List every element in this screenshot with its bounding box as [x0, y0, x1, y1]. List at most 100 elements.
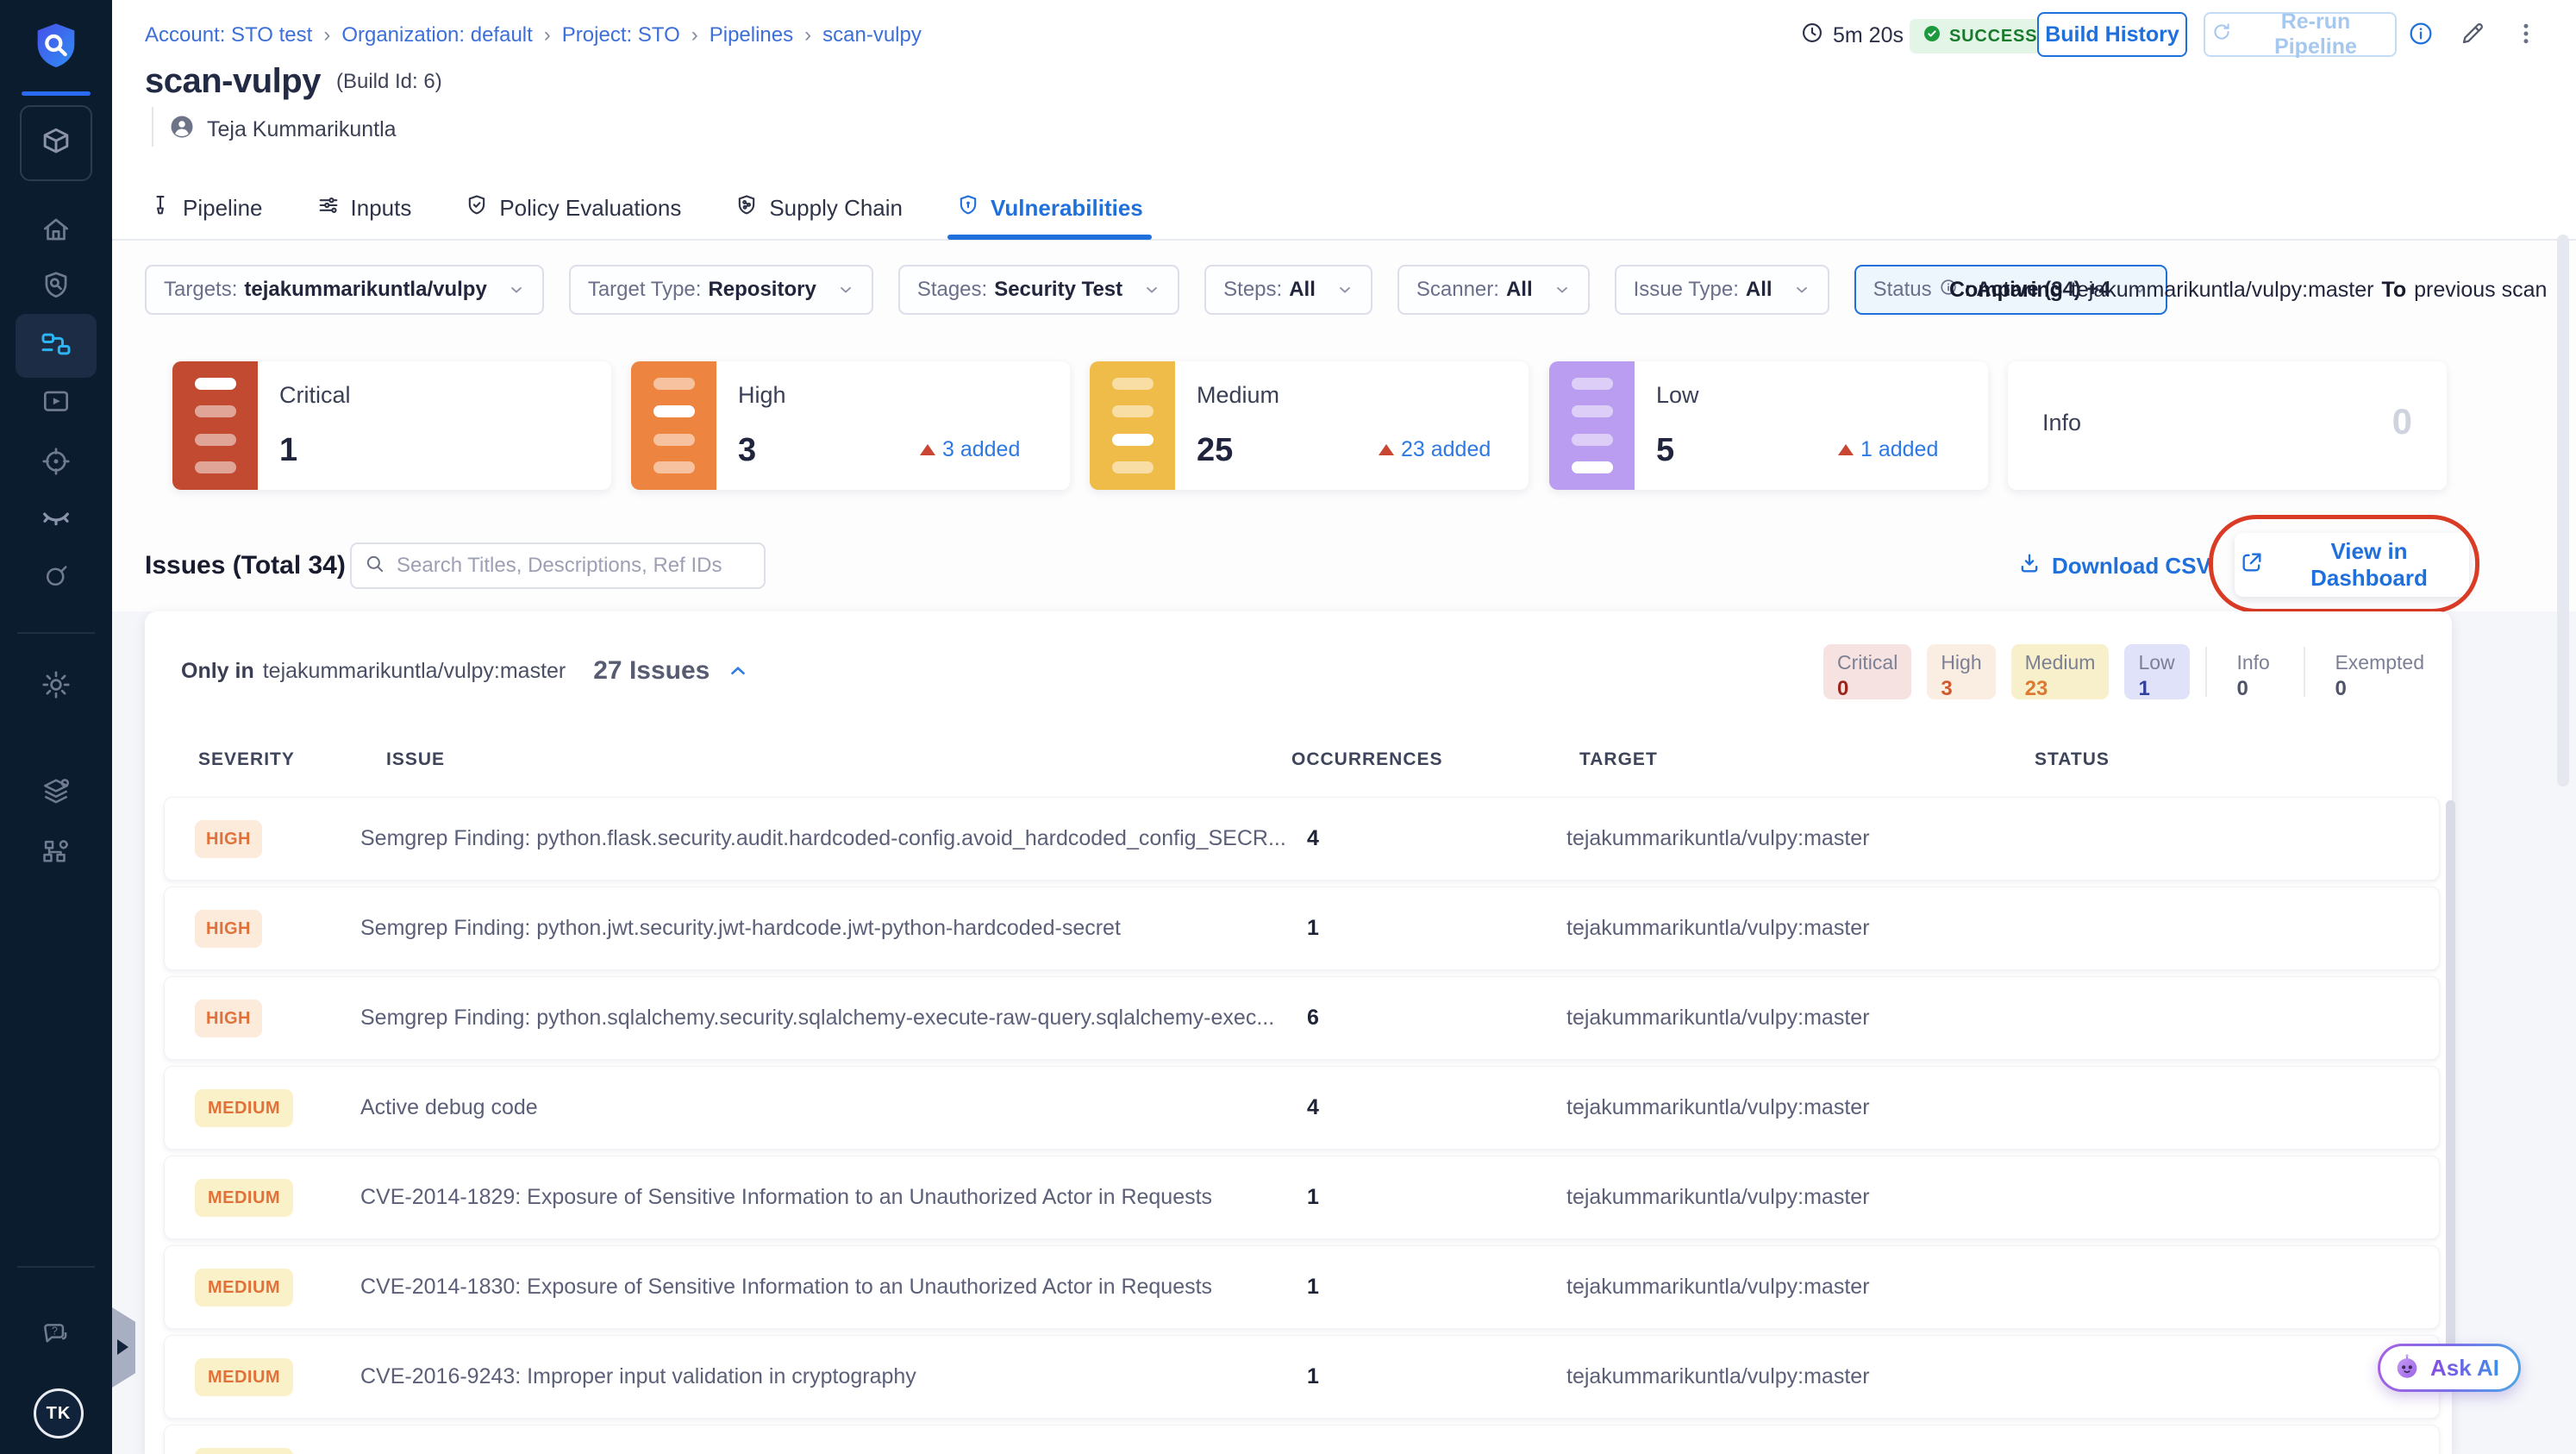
- issue-title[interactable]: Semgrep Finding: python.flask.security.a…: [360, 826, 1286, 851]
- table-row[interactable]: MEDIUM CVE-2016-9243: Improper input val…: [164, 1335, 2440, 1419]
- target-value: tejakummarikuntla/vulpy:master: [1566, 1364, 1870, 1388]
- issue-title[interactable]: Semgrep Finding: python.jwt.security.jwt…: [360, 916, 1121, 941]
- severity-badge: MEDIUM: [195, 1448, 293, 1454]
- chevron-down-icon: [1793, 281, 1810, 298]
- tab-label: Pipeline: [183, 194, 263, 221]
- sidebar-item-exemptions[interactable]: [39, 502, 73, 536]
- sidebar-item-pipelines[interactable]: [39, 328, 73, 362]
- sidebar-expand-handle[interactable]: [112, 1307, 135, 1388]
- sidebar-item-test-targets[interactable]: [39, 445, 73, 479]
- filter-label: Issue Type:: [1633, 278, 1739, 301]
- issue-title[interactable]: CVE-2016-9243: Improper input validation…: [360, 1364, 916, 1389]
- sidebar-item-executions[interactable]: [39, 385, 73, 420]
- search-input[interactable]: [395, 553, 752, 579]
- table-row[interactable]: HIGH Semgrep Finding: python.sqlalchemy.…: [164, 976, 2440, 1060]
- severity-count: 1: [279, 432, 298, 468]
- comparing-prefix: Comparing: [1949, 277, 2063, 302]
- shield-dot-icon: [956, 193, 980, 223]
- low-severity-icon: [1549, 361, 1635, 490]
- added-indicator: 23 added: [1379, 437, 1491, 462]
- issue-title[interactable]: CVE-2014-1830: Exposure of Sensitive Inf…: [360, 1275, 1212, 1300]
- edit-pipeline-button[interactable]: [2457, 19, 2488, 50]
- breadcrumb-current[interactable]: scan-vulpy: [822, 23, 922, 47]
- issue-title[interactable]: Semgrep Finding: python.sqlalchemy.secur…: [360, 1006, 1274, 1031]
- pencil-icon: [2459, 20, 2486, 50]
- ask-ai-button[interactable]: Ask AI: [2378, 1344, 2521, 1392]
- table-row-partial[interactable]: MEDIUM: [164, 1425, 2440, 1454]
- issues-search[interactable]: [350, 542, 766, 589]
- view-in-dashboard-button[interactable]: View in Dashboard: [2235, 533, 2469, 597]
- severity-label: Critical: [279, 382, 351, 408]
- download-csv-button[interactable]: Download CSV: [2017, 542, 2211, 589]
- filter-issue-type[interactable]: Issue Type: All: [1614, 265, 1829, 315]
- breadcrumb-org[interactable]: Organization: default: [341, 23, 532, 47]
- module-cube-icon: [37, 123, 75, 164]
- table-row[interactable]: HIGH Semgrep Finding: python.flask.secur…: [164, 797, 2440, 881]
- comparing-to: To: [2381, 277, 2407, 302]
- table-row[interactable]: MEDIUM CVE-2014-1829: Exposure of Sensit…: [164, 1156, 2440, 1239]
- occurrences-value: 4: [1307, 1095, 1319, 1119]
- sidebar-item-overview[interactable]: [39, 269, 73, 304]
- sidebar-item-organization[interactable]: [39, 836, 73, 870]
- page-scrollbar-thumb[interactable]: [2557, 235, 2569, 787]
- tab-pipeline[interactable]: Pipeline: [145, 176, 266, 240]
- sidebar-item-settings[interactable]: [39, 668, 73, 703]
- breadcrumb-account[interactable]: Account: STO test: [145, 23, 312, 47]
- filter-stages[interactable]: Stages: Security Test: [897, 265, 1180, 315]
- filter-scanner[interactable]: Scanner: All: [1397, 265, 1590, 315]
- tab-label: Vulnerabilities: [991, 194, 1143, 221]
- target-value: tejakummarikuntla/vulpy:master: [1566, 1275, 1870, 1299]
- sidebar-item-default-settings[interactable]: [39, 776, 73, 811]
- sidebar-item-home[interactable]: [39, 213, 73, 248]
- breadcrumb-separator: ›: [543, 23, 551, 47]
- tab-label: Inputs: [350, 194, 412, 221]
- filter-value: All: [1745, 278, 1773, 301]
- table-row[interactable]: MEDIUM Active debug code 4 tejakummariku…: [164, 1066, 2440, 1150]
- sidebar-item-help[interactable]: ?: [39, 1319, 73, 1354]
- user-avatar[interactable]: TK: [34, 1388, 84, 1438]
- comparing-text: Comparing tejakummarikuntla/vulpy:master…: [1949, 265, 2547, 315]
- table-row[interactable]: MEDIUM CVE-2014-1830: Exposure of Sensit…: [164, 1245, 2440, 1329]
- added-text: 1 added: [1860, 437, 1939, 461]
- page-title-row: scan-vulpy (Build Id: 6): [145, 62, 442, 101]
- chevron-down-icon: [1143, 281, 1160, 298]
- tab-policy-evaluations[interactable]: Policy Evaluations: [461, 176, 685, 240]
- occurrences-value: 1: [1307, 1185, 1319, 1209]
- kebab-menu-icon: [2513, 21, 2539, 49]
- rerun-pipeline-button[interactable]: Re-run Pipeline: [2204, 9, 2397, 59]
- added-text: 23 added: [1401, 437, 1491, 461]
- filter-target-type[interactable]: Target Type: Repository: [568, 265, 873, 315]
- list-scrollbar-thumb[interactable]: [2446, 800, 2455, 1383]
- tab-vulnerabilities[interactable]: Vulnerabilities: [947, 176, 1152, 240]
- filter-steps[interactable]: Steps: All: [1204, 265, 1372, 315]
- sto-logo-icon[interactable]: [28, 19, 84, 74]
- severity-badge: MEDIUM: [195, 1179, 293, 1217]
- external-link-icon: [2240, 550, 2264, 580]
- help-chat-icon: ?: [40, 1319, 72, 1355]
- issue-title[interactable]: Active debug code: [360, 1095, 538, 1120]
- breadcrumb-pipelines[interactable]: Pipelines: [710, 23, 793, 47]
- tab-inputs[interactable]: Inputs: [313, 176, 416, 240]
- issue-title[interactable]: CVE-2014-1829: Exposure of Sensitive Inf…: [360, 1185, 1212, 1210]
- sidebar-item-getting-started[interactable]: [39, 560, 73, 594]
- table-row[interactable]: HIGH Semgrep Finding: python.jwt.securit…: [164, 887, 2440, 970]
- severity-badge: HIGH: [195, 1000, 262, 1037]
- severity-badge: MEDIUM: [195, 1269, 293, 1307]
- breadcrumb-project[interactable]: Project: STO: [562, 23, 680, 47]
- info-button[interactable]: [2405, 19, 2436, 50]
- medium-severity-icon: [1090, 361, 1175, 490]
- module-selector-button[interactable]: [20, 105, 92, 181]
- chevron-down-icon: [837, 281, 854, 298]
- circle-scan-icon: [41, 561, 72, 594]
- status-text: SUCCESS: [1949, 26, 2038, 46]
- build-history-button[interactable]: Build History: [2037, 12, 2187, 57]
- high-severity-icon: [631, 361, 716, 490]
- more-options-button[interactable]: [2510, 19, 2542, 50]
- breadcrumb-separator: ›: [691, 23, 698, 47]
- comparing-suffix[interactable]: previous scan: [2414, 278, 2547, 303]
- home-icon: [40, 213, 72, 248]
- filter-targets[interactable]: Targets: tejakummarikuntla/vulpy: [145, 265, 544, 315]
- shield-search-icon: [40, 269, 72, 304]
- tab-supply-chain[interactable]: Supply Chain: [731, 176, 906, 240]
- logo-underline: [22, 91, 91, 96]
